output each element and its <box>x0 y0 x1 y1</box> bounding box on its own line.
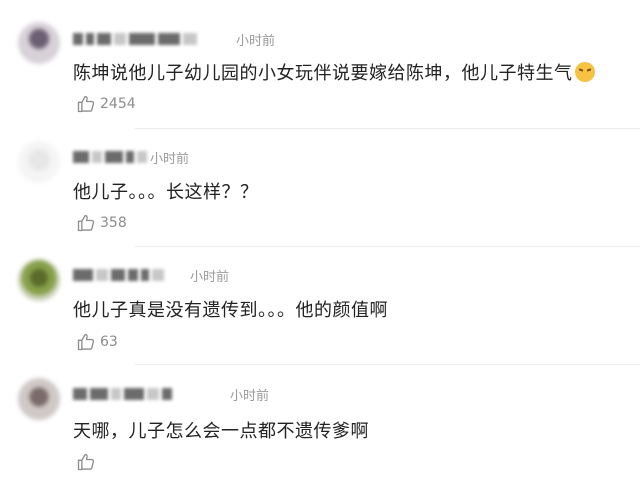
thumbs-up-icon <box>77 333 95 351</box>
comment-text-content: 陈坤说他儿子幼儿园的小女玩伴说要嫁给陈坤，他儿子特生气 <box>73 63 573 84</box>
timestamp: 小时前 <box>190 270 230 285</box>
avatar[interactable] <box>18 141 60 183</box>
comment-text: 他儿子。。。长这样？？ <box>73 182 259 203</box>
angry-face-icon <box>574 62 595 82</box>
comment-text: 天哪，儿子怎么会一点都不遗传爹啊 <box>73 421 369 442</box>
like-button[interactable] <box>76 452 100 472</box>
username-blurred[interactable] <box>73 32 197 46</box>
thumbs-up-icon <box>77 453 95 471</box>
timestamp: 小时前 <box>230 389 270 404</box>
like-button[interactable]: 63 <box>76 332 118 352</box>
like-count: 2454 <box>100 96 136 112</box>
divider <box>135 246 640 247</box>
divider <box>135 364 640 365</box>
avatar[interactable] <box>18 259 60 301</box>
username-blurred[interactable] <box>73 387 172 401</box>
like-count: 63 <box>100 334 118 350</box>
comment-text: 他儿子真是没有遗传到。。。他的颜值啊 <box>73 300 388 321</box>
like-button[interactable]: 2454 <box>76 94 136 114</box>
username-blurred[interactable] <box>73 268 164 282</box>
comment-text: 陈坤说他儿子幼儿园的小女玩伴说要嫁给陈坤，他儿子特生气 <box>73 59 595 85</box>
divider <box>135 128 640 129</box>
thumbs-up-icon <box>77 95 95 113</box>
like-count: 358 <box>100 215 127 231</box>
avatar[interactable] <box>18 22 60 64</box>
thumbs-up-icon <box>77 214 95 232</box>
username-blurred[interactable] <box>73 150 147 164</box>
timestamp: 小时前 <box>150 152 190 167</box>
timestamp: 小时前 <box>236 34 276 49</box>
like-button[interactable]: 358 <box>76 213 127 233</box>
avatar[interactable] <box>18 378 60 420</box>
